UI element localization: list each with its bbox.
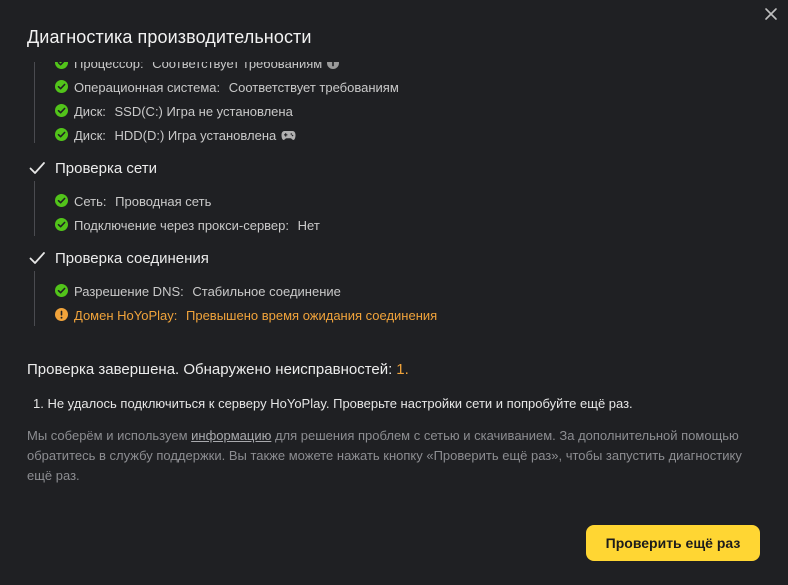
item-value: Стабильное соединение (192, 283, 341, 299)
section-header-network: Проверка сети (28, 156, 788, 180)
result-summary: Проверка завершена. Обнаружено неисправн… (27, 361, 409, 378)
item-value: Проводная сеть (115, 193, 212, 209)
check-circle-icon (55, 128, 68, 141)
check-circle-icon (55, 80, 68, 93)
item-value: HDD(D:) Игра установлена (114, 127, 277, 143)
list-item-disk-d: Диск: HDD(D:) Игра установлена (28, 123, 788, 147)
check-circle-icon (55, 284, 68, 297)
diagnostics-list[interactable]: Процессор: Соответствует требованиям Опе… (0, 62, 788, 345)
connection-items: Разрешение DNS: Стабильное соединение До… (28, 271, 788, 327)
item-label: Домен HoYoPlay: (74, 307, 178, 323)
item-value: Нет (297, 217, 320, 233)
information-link[interactable]: информацию (191, 428, 271, 443)
item-label: Процессор: (74, 62, 144, 71)
list-item-cpu: Процессор: Соответствует требованиям (28, 62, 788, 75)
summary-text: Проверка завершена. Обнаружено неисправн… (27, 361, 393, 378)
list-item-network: Сеть: Проводная сеть (28, 189, 788, 213)
system-check-group: Процессор: Соответствует требованиям Опе… (0, 62, 788, 147)
item-label: Диск: (74, 127, 106, 143)
note-text-before: Мы соберём и используем (27, 428, 192, 443)
item-label: Сеть: (74, 193, 107, 209)
item-value: Превышено время ожидания соединения (186, 307, 438, 323)
check-circle-icon (55, 218, 68, 231)
dialog-title: Диагностика производительности (27, 27, 312, 47)
item-value: Соответствует требованиям (228, 79, 399, 95)
list-item-os: Операционная система: Соответствует треб… (28, 75, 788, 99)
privacy-note: Мы соберём и используем информацию для р… (27, 426, 747, 486)
checkmark-icon (29, 162, 45, 174)
issue-item: 1. Не удалось подключиться к серверу HoY… (33, 396, 633, 411)
section-title: Проверка соединения (55, 249, 209, 267)
list-item-dns: Разрешение DNS: Стабильное соединение (28, 279, 788, 303)
list-item-hoyoplay-domain: Домен HoYoPlay: Превышено время ожидания… (28, 303, 788, 327)
diagnostics-dialog: Диагностика производительности Процессор… (0, 0, 788, 585)
network-items: Сеть: Проводная сеть Подключение через п… (28, 181, 788, 237)
retry-button[interactable]: Проверить ещё раз (586, 525, 760, 561)
item-label: Разрешение DNS: (74, 283, 184, 299)
check-circle-icon (55, 62, 68, 69)
system-items: Процессор: Соответствует требованиям Опе… (28, 62, 788, 147)
check-circle-icon (55, 104, 68, 117)
item-label: Диск: (74, 103, 106, 119)
list-item-proxy: Подключение через прокси-сервер: Нет (28, 213, 788, 237)
checkmark-icon (29, 252, 45, 264)
section-header-connection: Проверка соединения (28, 246, 788, 270)
section-title: Проверка сети (55, 159, 157, 177)
close-icon[interactable] (764, 7, 778, 21)
issue-count: 1. (396, 361, 409, 378)
gamepad-icon (281, 130, 296, 141)
list-item-disk-c: Диск: SSD(C:) Игра не установлена (28, 99, 788, 123)
warning-circle-icon (55, 308, 68, 321)
check-circle-icon (55, 194, 68, 207)
item-value: SSD(C:) Игра не установлена (114, 103, 293, 119)
item-label: Операционная система: (74, 79, 221, 95)
connection-check-group: Проверка соединения Разрешение DNS: Стаб… (0, 246, 788, 327)
item-value: Соответствует требованиям (152, 62, 323, 71)
item-label: Подключение через прокси-сервер: (74, 217, 290, 233)
network-check-group: Проверка сети Сеть: Проводная сеть Подкл… (0, 156, 788, 237)
info-icon[interactable] (327, 62, 340, 69)
